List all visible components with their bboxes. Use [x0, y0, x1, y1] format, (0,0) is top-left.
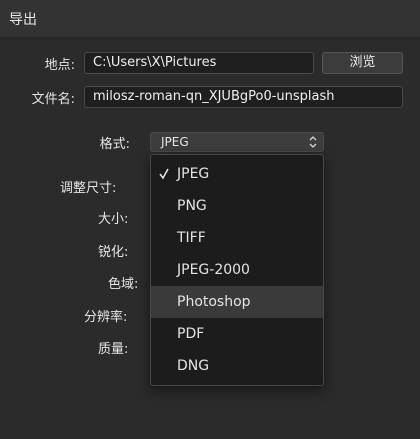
menu-item-photoshop[interactable]: Photoshop	[151, 286, 323, 318]
format-label: 格式:	[99, 137, 130, 152]
filename-label: 文件名:	[31, 92, 75, 107]
colorspace-label: 色域:	[108, 277, 139, 292]
resize-label: 调整尺寸:	[60, 181, 117, 196]
format-dropdown-menu: JPEG PNG TIFF JPEG-2000 Photoshop PDF DN…	[150, 154, 324, 386]
menu-item-jpeg-2000[interactable]: JPEG-2000	[151, 254, 323, 286]
title-bar: 导出	[0, 0, 420, 38]
menu-item-jpeg[interactable]: JPEG	[151, 158, 323, 190]
quality-label: 质量:	[98, 342, 129, 357]
format-select-value: JPEG	[161, 135, 189, 149]
sharpen-label: 锐化:	[98, 245, 129, 260]
menu-item-tiff[interactable]: TIFF	[151, 222, 323, 254]
browse-button[interactable]: 浏览	[322, 52, 403, 74]
filename-field[interactable]: milosz-roman-qn_XJUBgPo0-unsplash	[84, 86, 403, 108]
menu-item-label: TIFF	[177, 230, 206, 246]
resolution-label: 分辨率:	[84, 310, 128, 325]
menu-item-label: PNG	[177, 198, 207, 214]
format-select[interactable]: JPEG	[150, 132, 324, 152]
menu-item-pdf[interactable]: PDF	[151, 318, 323, 350]
menu-item-label: DNG	[177, 358, 210, 374]
location-field[interactable]: C:\Users\X\Pictures	[84, 52, 314, 74]
menu-item-dng[interactable]: DNG	[151, 350, 323, 382]
menu-item-label: JPEG	[177, 166, 210, 182]
window-title: 导出	[9, 12, 37, 28]
size-label: 大小:	[98, 212, 129, 227]
menu-item-label: Photoshop	[177, 294, 251, 310]
menu-item-label: JPEG-2000	[177, 262, 250, 278]
location-label: 地点:	[44, 58, 75, 73]
menu-item-label: PDF	[177, 326, 205, 342]
checkmark-icon	[159, 168, 169, 180]
updown-chevron-icon	[309, 136, 317, 148]
menu-item-png[interactable]: PNG	[151, 190, 323, 222]
